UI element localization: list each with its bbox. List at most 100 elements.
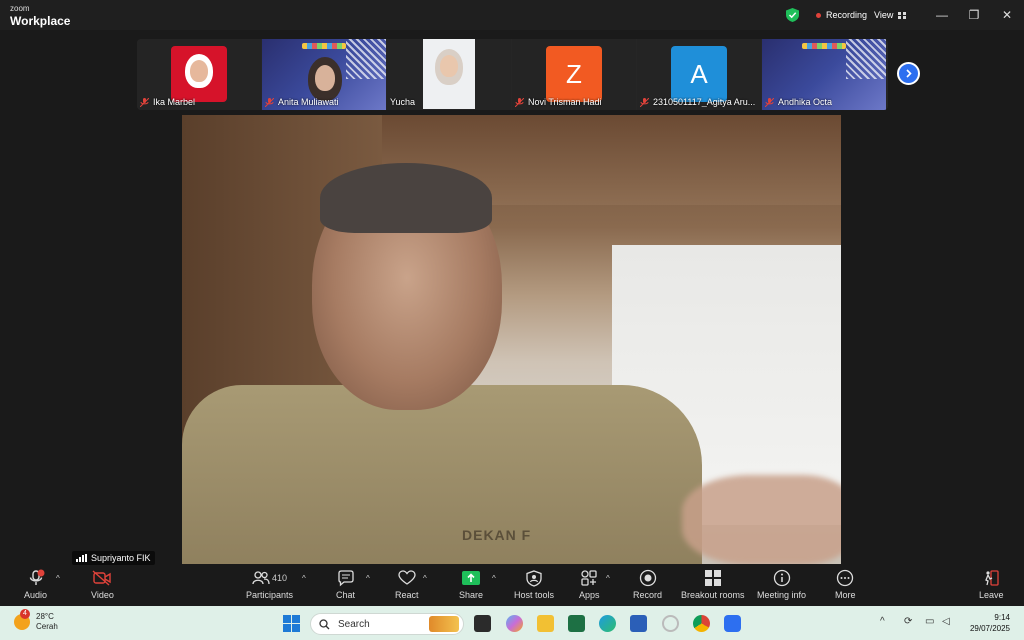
participant-name: Ika Marbel [153, 97, 196, 107]
leave-icon [985, 570, 999, 586]
view-button[interactable]: View [868, 7, 912, 23]
mic-muted-icon [640, 97, 649, 107]
tray-chevron-up-icon[interactable]: ^ [880, 616, 885, 627]
chat-icon [337, 570, 354, 587]
chat-label: Chat [336, 590, 356, 600]
weather-temp: 28°C [36, 612, 54, 621]
mic-muted-icon [515, 97, 524, 107]
clock-date: 29/07/2025 [969, 624, 1010, 633]
meeting-toolbar: Audio ^ Video 410 Participants ^ Chat ^ … [0, 566, 1024, 606]
participant-tile[interactable]: Andhika Octa [762, 39, 886, 110]
grid-view-icon [898, 11, 907, 19]
participant-tile[interactable]: Yucha [387, 39, 511, 110]
zoom-app-icon[interactable] [724, 615, 741, 632]
participant-photo [171, 46, 227, 102]
audio-label: Audio [24, 590, 48, 600]
file-explorer-icon[interactable] [537, 615, 554, 632]
mic-muted-icon [765, 97, 774, 107]
recording-indicator[interactable]: Recording [810, 7, 873, 23]
share-label: Share [459, 590, 484, 600]
video-button[interactable]: Video [91, 568, 114, 600]
sync-icon[interactable]: ⟳ [904, 616, 912, 627]
more-button[interactable]: More [835, 568, 856, 600]
more-icon [837, 569, 854, 587]
mic-muted-icon [140, 97, 149, 107]
audio-options-caret[interactable]: ^ [56, 574, 60, 583]
view-label: View [874, 10, 894, 20]
participant-avatar-letter: A [671, 46, 727, 102]
mic-muted-icon [29, 569, 45, 585]
participant-tile[interactable]: Z Novi Trisman Hadi [512, 39, 636, 110]
signal-bars-icon [76, 554, 87, 562]
recording-label: Recording [826, 10, 868, 20]
restore-button[interactable]: ❐ [966, 7, 982, 23]
participant-name: Yucha [390, 97, 416, 107]
minimize-button[interactable]: — [934, 7, 950, 23]
share-button[interactable]: Share [459, 568, 483, 600]
excel-icon[interactable] [568, 615, 585, 632]
volume-icon[interactable]: ◁ [942, 616, 950, 627]
chat-button[interactable]: Chat [336, 568, 355, 600]
title-bar: zoom Workplace Recording View — ❐ ✕ [0, 0, 1024, 30]
host-shield-icon [526, 569, 542, 587]
video-label: Video [91, 590, 114, 600]
host-tools-label: Host tools [514, 590, 555, 600]
clock-time: 9:14 [994, 613, 1010, 622]
brand-big: Workplace [10, 14, 71, 28]
react-label: React [395, 590, 419, 600]
participants-count: 410 [272, 573, 288, 583]
leave-label: Leave [979, 590, 1004, 600]
breakout-rooms-button[interactable]: Breakout rooms [681, 568, 745, 600]
record-icon [639, 569, 656, 587]
weather-desc: Cerah [36, 622, 58, 631]
brand-small: zoom [10, 4, 30, 13]
app-logo: zoom Workplace [10, 4, 70, 28]
taskbar-search[interactable]: Search [310, 613, 464, 635]
participant-tile[interactable]: A 2310501117_Agitya Aru... [637, 39, 761, 110]
apps-button[interactable]: Apps [579, 568, 600, 600]
meeting-info-button[interactable]: Meeting info [757, 568, 806, 600]
leave-button[interactable]: Leave [979, 568, 1004, 600]
participant-photo [423, 39, 475, 109]
network-icon[interactable]: ▭ [925, 616, 934, 627]
react-button[interactable]: React [395, 568, 419, 600]
loading-icon[interactable] [662, 615, 679, 632]
participant-avatar-letter: Z [546, 46, 602, 102]
react-options-caret[interactable]: ^ [423, 574, 427, 583]
speaker-name: Supriyanto FIK [91, 553, 151, 563]
mic-muted-icon [265, 97, 274, 107]
record-label: Record [633, 590, 663, 600]
participants-icon [252, 571, 270, 585]
participant-name: 2310501117_Agitya Aru... [653, 97, 756, 107]
info-icon [773, 569, 790, 587]
video-off-icon [92, 570, 112, 586]
participants-options-caret[interactable]: ^ [302, 574, 306, 583]
weather-widget[interactable]: 4 28°C Cerah [14, 609, 58, 632]
participant-tile[interactable]: Anita Muliawati [262, 39, 386, 110]
participant-strip: Ika Marbel Anita Muliawati Yucha Z Novi … [137, 39, 888, 110]
recording-dot-icon [816, 12, 821, 18]
chat-options-caret[interactable]: ^ [366, 574, 370, 583]
audio-button[interactable]: Audio [24, 568, 47, 600]
weather-badge: 4 [20, 609, 30, 619]
system-clock[interactable]: 9:14 29/07/2025 [970, 612, 1010, 634]
chevron-right-icon [906, 69, 912, 78]
apps-options-caret[interactable]: ^ [606, 574, 610, 583]
edge-icon[interactable] [599, 615, 616, 632]
chrome-icon[interactable] [693, 615, 710, 632]
search-placeholder: Search [338, 618, 370, 630]
word-icon[interactable] [630, 615, 647, 632]
encryption-shield-icon[interactable] [786, 8, 799, 22]
copilot-icon[interactable] [506, 615, 523, 632]
participants-button[interactable]: 410 Participants [246, 568, 293, 600]
record-button[interactable]: Record [633, 568, 662, 600]
host-tools-button[interactable]: Host tools [514, 568, 554, 600]
participant-tile[interactable]: Ika Marbel [137, 39, 261, 110]
next-page-button[interactable] [897, 62, 920, 85]
close-button[interactable]: ✕ [999, 7, 1015, 23]
breakout-rooms-label: Breakout rooms [681, 590, 745, 600]
task-view-icon[interactable] [474, 615, 491, 632]
apps-label: Apps [579, 590, 600, 600]
windows-start-icon[interactable] [283, 615, 300, 632]
share-options-caret[interactable]: ^ [492, 574, 496, 583]
